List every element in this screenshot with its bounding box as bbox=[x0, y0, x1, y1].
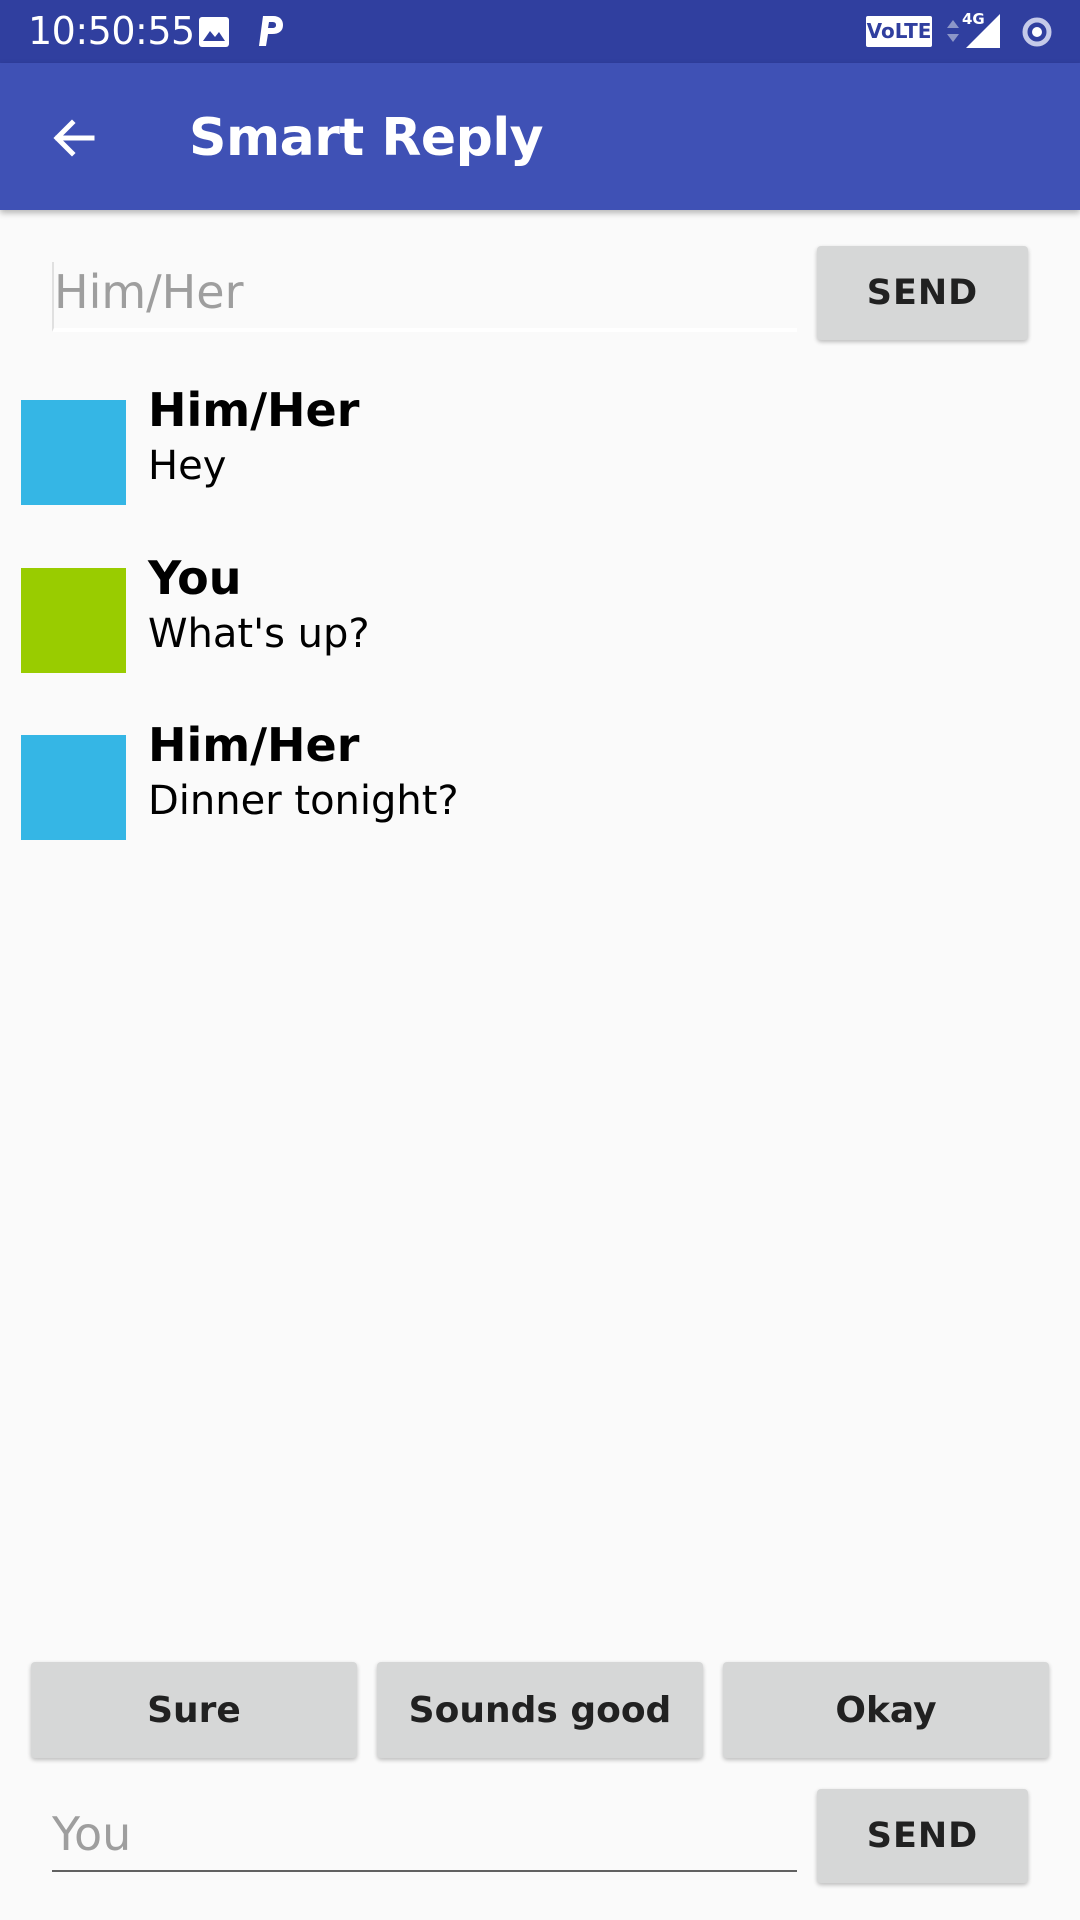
message-sender: Him/Her bbox=[148, 383, 360, 437]
volte-icon: VoLTE bbox=[866, 16, 932, 47]
suggestion-sounds-good-button[interactable]: Sounds good bbox=[377, 1662, 703, 1758]
arrow-back-icon bbox=[53, 119, 95, 157]
suggestion-label: Sounds good bbox=[408, 1689, 672, 1731]
send-button-label: SEND bbox=[866, 273, 979, 313]
him-her-send-button[interactable]: SEND bbox=[817, 246, 1028, 340]
him-her-input-placeholder: Him/Her bbox=[54, 265, 244, 319]
message-sender: Him/Her bbox=[148, 718, 360, 772]
sync-icon bbox=[1022, 17, 1052, 47]
message-text: What's up? bbox=[148, 611, 370, 657]
data-arrows-icon bbox=[947, 20, 959, 42]
page-title: Smart Reply bbox=[189, 108, 544, 168]
suggestion-sure-button[interactable]: Sure bbox=[31, 1662, 357, 1758]
message-sender: You bbox=[148, 551, 242, 605]
image-icon bbox=[199, 17, 229, 47]
parking-icon bbox=[259, 16, 283, 46]
signal-icon bbox=[966, 14, 1000, 48]
avatar bbox=[21, 400, 126, 505]
app-bar: Smart Reply bbox=[0, 63, 1080, 210]
send-button-label: SEND bbox=[866, 1816, 979, 1856]
suggestion-label: Okay bbox=[835, 1689, 937, 1731]
you-send-button[interactable]: SEND bbox=[817, 1789, 1028, 1883]
message-text: Dinner tonight? bbox=[148, 778, 459, 824]
you-message-input[interactable]: You bbox=[52, 1804, 797, 1872]
him-her-message-input[interactable]: Him/Her bbox=[52, 262, 797, 332]
back-button[interactable] bbox=[30, 103, 116, 173]
suggestion-label: Sure bbox=[147, 1689, 241, 1731]
message-item: Him/Her Dinner tonight? bbox=[21, 718, 1061, 861]
avatar bbox=[21, 568, 126, 673]
message-item: Him/Her Hey bbox=[21, 383, 1061, 526]
message-item: You What's up? bbox=[21, 551, 1061, 694]
status-time: 10:50:55 bbox=[28, 9, 195, 53]
you-input-placeholder: You bbox=[52, 1807, 132, 1861]
avatar bbox=[21, 735, 126, 840]
status-bar: 10:50:55 VoLTE 4G bbox=[0, 0, 1080, 63]
suggestion-okay-button[interactable]: Okay bbox=[723, 1662, 1049, 1758]
message-text: Hey bbox=[148, 443, 227, 489]
